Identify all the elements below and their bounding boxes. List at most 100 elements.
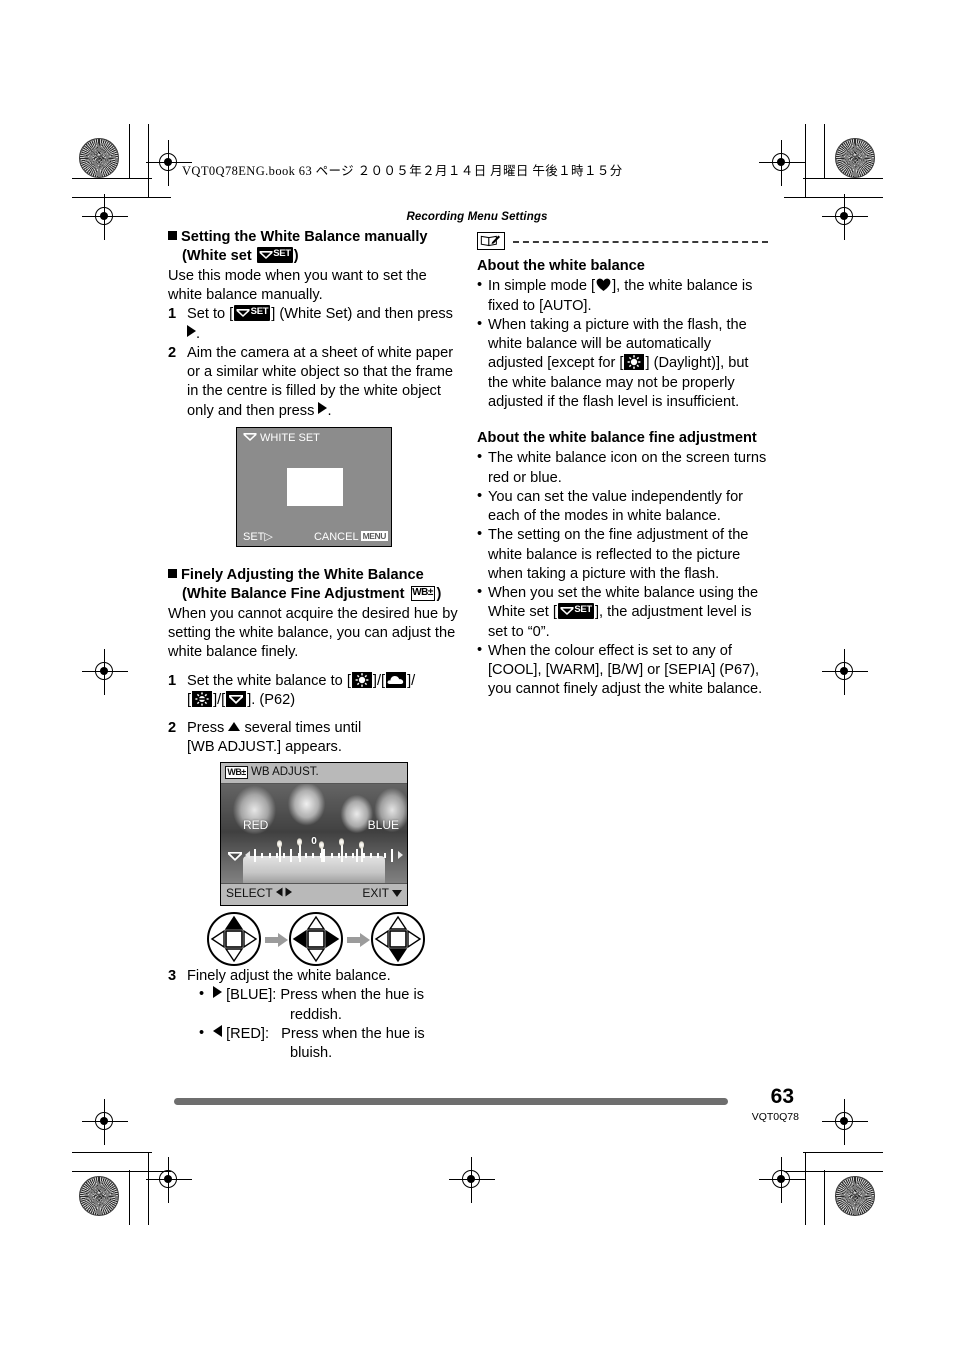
list-item: • When taking a picture with the flash, t… (477, 316, 768, 412)
select-label: SELECT (226, 886, 273, 900)
live-view-photo: RED BLUE 0 (221, 784, 407, 884)
right-arrow-icon (213, 986, 222, 999)
whiteset-glyph-icon (259, 250, 273, 259)
bullet-dot: • (477, 449, 483, 466)
wb-adjust-select-control[interactable]: SELECT (226, 886, 293, 900)
whiteset-glyph-icon (236, 309, 250, 318)
step-sep2: ]/ (407, 672, 416, 689)
step-text-post: ]. (P62) (247, 691, 296, 708)
bullet-text: The setting on the fine adjustment of th… (488, 527, 749, 582)
dpad-sequence-diagram (207, 912, 425, 970)
fine-adjust-bullets: • The white balance icon on the screen tu… (477, 449, 768, 699)
step-item: 2 Aim the camera at a sheet of white pap… (168, 344, 459, 421)
bullet-desc-line1: Press when the hue is (281, 1025, 425, 1042)
crop-mark-br-h1 (803, 1152, 883, 1154)
left-column: Setting the White Balance manually (Whit… (168, 228, 459, 421)
step-text-post: ] (White Set) and then press (271, 306, 453, 323)
registration-starburst-top-right (835, 138, 875, 178)
section-heading-line2: (White Balance Fine Adjustment WB± ) (182, 585, 442, 602)
registration-target-left-center (82, 649, 128, 695)
registration-target-top-right (759, 140, 805, 186)
white-set-screen-title: WHITE SET (243, 432, 320, 444)
list-item: • In simple mode [ ], the white balance i… (477, 277, 768, 316)
wb-plus-minus-label: WB± (412, 586, 433, 598)
bullet-square-icon (168, 231, 177, 240)
step-text-post: . (327, 402, 332, 419)
registration-target-top-left (146, 140, 192, 186)
whiteset-set-label: SET (273, 247, 291, 259)
bullet-label: [BLUE]: (226, 987, 277, 1004)
bullet-dot: • (477, 641, 483, 658)
scale-label-red: RED (243, 818, 269, 832)
footer-rule (174, 1098, 728, 1105)
sequence-arrow-icon (265, 933, 288, 947)
wb-adjust-exit-control[interactable]: EXIT (362, 886, 402, 900)
list-item: • [RED]: Press when the hue is bluish. (199, 1024, 459, 1064)
fine-adjust-intro: When you cannot acquire the desired hue … (168, 605, 458, 661)
step-text: Finely adjust the white balance. (187, 968, 391, 984)
step-text-pre: Set to [ (187, 306, 234, 323)
bullet-dot: • (477, 584, 483, 600)
whiteset-glyph-icon (229, 694, 244, 704)
crop-mark-tr-v1 (824, 124, 826, 179)
bullet-dot: • (477, 277, 483, 294)
bullet-label: [RED]: (226, 1025, 270, 1042)
crop-mark-bl-h1 (72, 1152, 152, 1154)
bullet-dot: • (199, 986, 205, 1003)
crop-mark-tl-v2 (148, 124, 150, 198)
note-pencil-icon (477, 232, 505, 250)
section-heading-line1: Setting the White Balance manually (181, 229, 428, 245)
note-dashed-rule (513, 241, 768, 243)
note-block-header (477, 232, 768, 252)
scale-right-arrow-icon (398, 851, 403, 859)
step-line2: [WB ADJUST.] appears. (187, 739, 342, 756)
left-right-arrow-icon (275, 886, 293, 900)
crop-mark-tr-h1 (803, 178, 883, 180)
menu-button-chip: MENU (360, 531, 388, 541)
document-code: VQT0Q78 (751, 1111, 799, 1123)
whiteset-set-label: SET (250, 306, 269, 318)
whiteset-set-label: SET (574, 604, 592, 616)
whiteset-glyph-icon (243, 433, 257, 441)
scale-label-blue: BLUE (367, 818, 399, 832)
step-item: 2 Press several times until [WB ADJUST.]… (168, 719, 459, 758)
fine-adjust-steps: 1 Set the white balance to []/[]/ []/… (168, 671, 459, 758)
crop-mark-tl-h2 (72, 197, 171, 199)
daylight-icon (351, 671, 372, 688)
section-heading-white-set: Setting the White Balance manually (Whit… (168, 228, 459, 266)
step-line2-pre: [ (187, 691, 192, 708)
halogen-glyph-icon (195, 692, 209, 706)
crop-mark-bl-h2 (72, 1171, 171, 1173)
white-set-intro: Use this mode when you want to set the w… (168, 267, 427, 304)
bullet-dot: • (199, 1024, 205, 1041)
dpad-step-left-right (289, 912, 343, 966)
whiteset-glyph-icon (560, 607, 574, 616)
white-set-footer-set: SET▷ (243, 530, 273, 543)
down-arrow-icon (392, 890, 402, 897)
step-line1-pre: Press (187, 720, 225, 737)
step-number: 1 (168, 306, 177, 323)
bullet-desc-line2: bluish. (290, 1045, 333, 1061)
dpad-step-down (371, 912, 425, 966)
cancel-label: CANCEL (313, 531, 359, 543)
step-item: 1 Set the white balance to []/[]/ []/… (168, 671, 459, 711)
halogen-icon (192, 690, 213, 707)
bullet-dot: • (477, 315, 483, 332)
wb-adjust-scale-bar[interactable] (227, 848, 403, 865)
whiteset-icon: SET (256, 246, 293, 263)
cloudy-icon (386, 671, 407, 688)
white-set-title-text: WHITE SET (260, 432, 320, 444)
section-heading-line1: Finely Adjusting the White Balance (181, 567, 424, 583)
step-text-pre: Set the white balance to [ (187, 672, 351, 689)
about-wb-bullets: • In simple mode [ ], the white balance i… (477, 277, 768, 412)
exit-label: EXIT (362, 886, 389, 900)
list-item: • When you set the white balance using th… (477, 584, 768, 642)
daylight-icon (624, 354, 645, 371)
crop-mark-tr-h2 (784, 197, 883, 199)
scale-left-arrow-icon (245, 851, 250, 859)
bullet-dot: • (477, 487, 483, 504)
list-item: • You can set the value independently for… (477, 488, 768, 527)
bullet-dot: • (477, 526, 483, 543)
white-set-lcd-screenshot: WHITE SET SET▷ CANCEL MENU (236, 427, 392, 547)
step3-bullets: • [BLUE]: Press when the hue is reddish.… (199, 986, 459, 1063)
